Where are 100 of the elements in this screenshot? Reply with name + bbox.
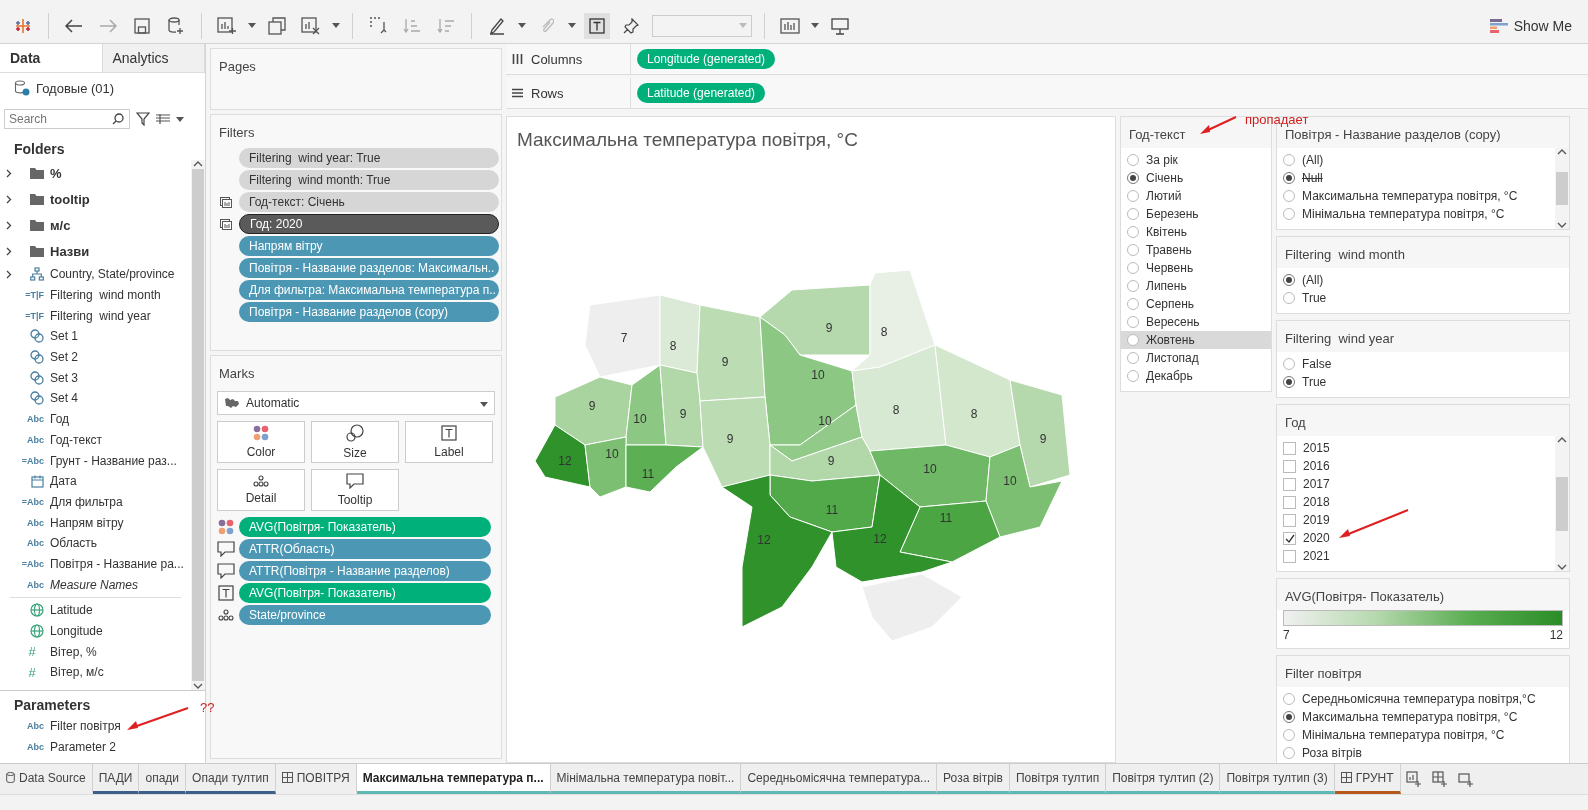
marks-button[interactable]: Color [217, 421, 305, 463]
scrollbar[interactable] [191, 160, 205, 690]
scrollbar[interactable] [1555, 436, 1569, 571]
chevron-right-icon[interactable] [6, 168, 12, 178]
list-view-icon[interactable] [156, 114, 170, 124]
option-label[interactable]: 2017 [1303, 477, 1330, 491]
radio-button[interactable] [1283, 292, 1295, 304]
sheet-tab[interactable]: опади [139, 764, 187, 794]
search-field[interactable]: Search [4, 109, 130, 129]
field-name[interactable]: % [50, 165, 62, 181]
scroll-up-icon[interactable] [1557, 148, 1567, 155]
option-label[interactable]: False [1302, 357, 1332, 371]
scrollbar[interactable] [1555, 148, 1569, 229]
scroll-up-icon[interactable] [1557, 436, 1567, 443]
option-label[interactable]: 2016 [1303, 459, 1330, 473]
bar-chart-icon[interactable] [780, 17, 800, 34]
field-name[interactable]: Longitude [50, 624, 103, 639]
field-name[interactable]: Вітер, % [50, 644, 97, 659]
marks-button[interactable]: Detail [217, 469, 305, 511]
chevron-right-icon[interactable] [6, 269, 12, 279]
map-region[interactable] [851, 344, 947, 452]
chevron-right-icon[interactable] [6, 246, 12, 256]
field-name[interactable]: Measure Names [50, 577, 139, 592]
map-region[interactable] [696, 304, 766, 402]
dropdown-caret-icon[interactable] [568, 23, 576, 28]
duplicate-sheet-icon[interactable] [268, 16, 286, 35]
field-name[interactable]: tooltip [50, 191, 90, 207]
map-region[interactable] [699, 396, 771, 488]
marks-button[interactable]: Tooltip [311, 469, 399, 511]
option-label[interactable]: Червень [1146, 261, 1194, 275]
checkbox[interactable] [1283, 549, 1296, 563]
option-label[interactable]: Вересень [1146, 315, 1200, 329]
option-label[interactable]: Лютий [1146, 189, 1182, 203]
map-region[interactable] [759, 316, 857, 446]
forward-arrow-icon[interactable] [99, 18, 117, 33]
map-region[interactable] [759, 284, 871, 356]
clear-sheet-icon[interactable] [301, 16, 321, 35]
field-name[interactable]: Повітря - Название ра... [50, 556, 184, 571]
field-name[interactable]: Latitude [50, 603, 93, 618]
scroll-down-icon[interactable] [193, 683, 203, 690]
sheet-tab[interactable]: Повітря тултип [1009, 764, 1107, 794]
pin-icon[interactable] [623, 17, 639, 34]
radio-button[interactable] [1127, 208, 1139, 220]
pen-icon[interactable] [489, 16, 505, 35]
radio-button[interactable] [1127, 244, 1139, 256]
map-region[interactable] [769, 474, 881, 533]
option-label[interactable]: Мінімальна температура повітря, °C [1302, 207, 1505, 221]
field-name[interactable]: Для фильтра [50, 494, 123, 509]
filter-pill[interactable]: Год: 2020 [239, 214, 499, 234]
new-dashboard-icon[interactable] [1431, 771, 1448, 787]
field-name[interactable]: Set 1 [50, 329, 79, 344]
option-label[interactable]: 2021 [1303, 549, 1330, 563]
radio-button[interactable] [1283, 711, 1295, 723]
radio-button[interactable] [1127, 298, 1139, 310]
chevron-right-icon[interactable] [6, 194, 12, 204]
map-region[interactable] [869, 444, 991, 508]
map-region[interactable] [534, 424, 591, 488]
dropdown-caret-icon[interactable] [811, 23, 819, 28]
radio-button[interactable] [1283, 358, 1295, 370]
option-label[interactable]: (All) [1302, 273, 1324, 287]
map-region[interactable] [625, 444, 704, 493]
dropdown-caret-icon[interactable] [176, 116, 184, 122]
dropdown-caret-icon[interactable] [480, 402, 488, 407]
filter-pill[interactable]: Filtering wind month: True [239, 170, 499, 190]
scroll-down-icon[interactable] [1557, 564, 1567, 571]
map-region[interactable] [625, 364, 667, 446]
filter-pill[interactable]: Filtering wind year: True [239, 148, 499, 168]
sheet-tab[interactable]: Роза вітрів [937, 764, 1010, 794]
field-name[interactable]: Filtering wind month [50, 288, 161, 303]
field-name[interactable]: Год-текст [50, 432, 103, 447]
chevron-right-icon[interactable] [6, 220, 12, 230]
option-label[interactable]: Максимальна температура повітря, °C [1302, 189, 1518, 203]
field-name[interactable]: Set 4 [50, 391, 79, 406]
swap-icon[interactable] [369, 16, 387, 35]
pages-shelf[interactable]: Pages [210, 48, 502, 110]
parameter-name[interactable]: Parameter 2 [50, 740, 117, 755]
filter-icon[interactable] [136, 112, 150, 126]
radio-button[interactable] [1127, 370, 1139, 382]
radio-button[interactable] [1283, 172, 1295, 184]
option-label[interactable]: За рік [1146, 153, 1178, 167]
field-name[interactable]: Дата [50, 474, 77, 489]
sheet-tab[interactable]: Повітря тултип (2) [1106, 764, 1221, 794]
filter-pill[interactable]: Год-текст: Січень [239, 192, 499, 212]
field-name[interactable]: Filtering wind year [50, 308, 151, 323]
option-label[interactable]: True [1302, 375, 1327, 389]
radio-button[interactable] [1127, 154, 1139, 166]
mark-type-dropdown[interactable]: Automatic [217, 391, 495, 415]
sheet-tab[interactable]: Середньомісячна температура... [741, 764, 938, 794]
radio-button[interactable] [1127, 226, 1139, 238]
radio-button[interactable] [1127, 316, 1139, 328]
option-label[interactable]: 2019 [1303, 513, 1330, 527]
option-label[interactable]: 2020 [1303, 531, 1330, 545]
radio-button[interactable] [1127, 280, 1139, 292]
sheet-tab[interactable]: ГРУНТ [1334, 764, 1401, 794]
map-region[interactable] [769, 436, 881, 482]
marks-button[interactable]: Label [405, 421, 493, 463]
option-label[interactable]: Травень [1146, 243, 1192, 257]
checkbox[interactable] [1283, 513, 1296, 527]
map-region[interactable] [861, 573, 963, 642]
option-label[interactable]: Null [1302, 171, 1323, 185]
